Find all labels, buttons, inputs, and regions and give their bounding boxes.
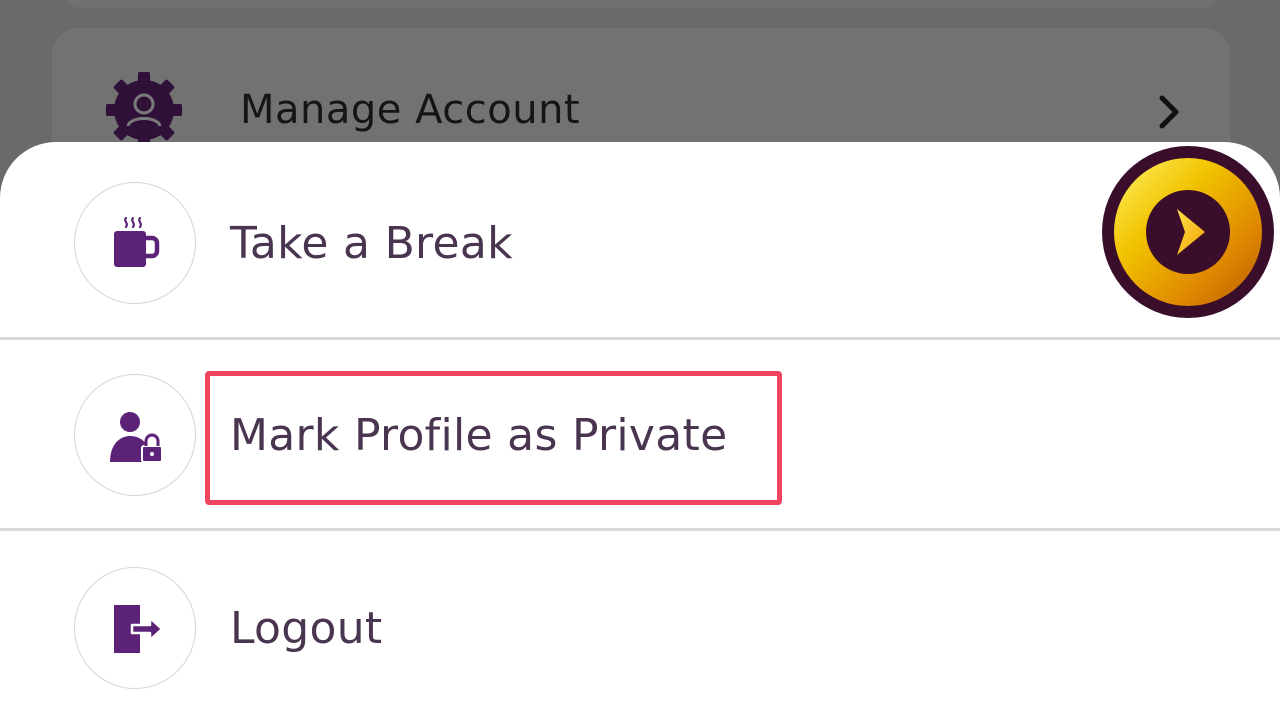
logout-icon <box>114 605 164 653</box>
manage-account-label: Manage Account <box>240 87 581 133</box>
coffee-cup-icon <box>114 216 160 267</box>
user-lock-icon <box>110 412 163 463</box>
menu-item-take-a-break[interactable]: Take a Break <box>0 148 1280 338</box>
highlight-box <box>205 371 782 505</box>
chevron-right-icon[interactable] <box>1154 92 1184 132</box>
screen: Manage Account Take a Break Mark Profile… <box>0 0 1280 720</box>
gear-user-icon <box>106 72 182 148</box>
take-a-break-icon-circle <box>74 182 196 304</box>
logout-label: Logout <box>230 603 383 654</box>
menu-item-logout[interactable]: Logout <box>0 531 1280 720</box>
mark-profile-private-icon-circle <box>74 374 196 496</box>
play-logo-icon <box>1102 146 1274 318</box>
take-a-break-label: Take a Break <box>230 218 513 269</box>
logout-icon-circle <box>74 567 196 689</box>
background-card-top <box>62 0 1222 8</box>
